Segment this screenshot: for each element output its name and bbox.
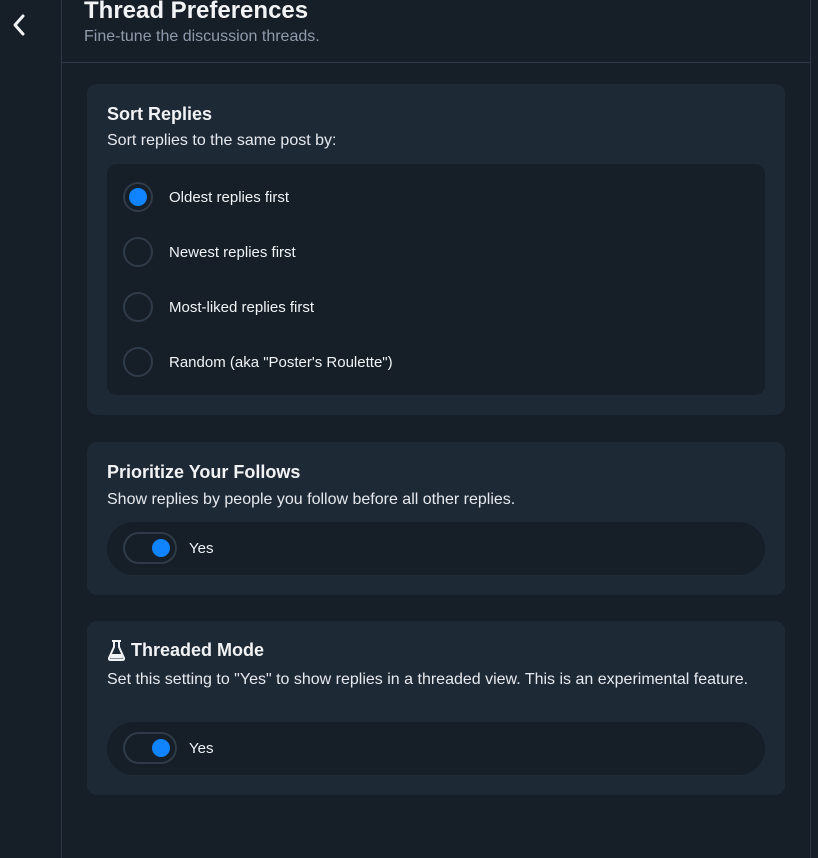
prioritize-follows-card: Prioritize Your Follows Show replies by … bbox=[87, 442, 785, 595]
radio-button[interactable] bbox=[123, 237, 153, 267]
prioritize-follows-title: Prioritize Your Follows bbox=[107, 462, 301, 482]
threaded-mode-card: Threaded Mode Set this setting to "Yes" … bbox=[87, 621, 785, 795]
toggle-switch[interactable] bbox=[123, 732, 177, 764]
page-title: Thread Preferences bbox=[84, 0, 309, 24]
radio-label: Oldest replies first bbox=[169, 188, 290, 206]
left-rail bbox=[0, 0, 62, 858]
radio-oldest-replies[interactable]: Oldest replies first bbox=[123, 179, 289, 215]
sort-replies-card: Sort Replies Sort replies to the same po… bbox=[87, 84, 785, 415]
prioritize-follows-toggle-container: Yes bbox=[107, 522, 765, 575]
radio-newest-replies[interactable]: Newest replies first bbox=[123, 234, 296, 270]
radio-label: Newest replies first bbox=[169, 243, 296, 261]
radio-button[interactable] bbox=[123, 347, 153, 377]
sort-replies-description: Sort replies to the same post by: bbox=[107, 132, 337, 149]
toggle-knob bbox=[152, 739, 170, 757]
radio-label: Random (aka "Poster's Roulette") bbox=[169, 353, 393, 371]
radio-button-selected[interactable] bbox=[123, 182, 153, 212]
toggle-switch[interactable] bbox=[123, 532, 177, 564]
main-panel: Thread Preferences Fine-tune the discuss… bbox=[62, 0, 811, 858]
prioritize-follows-description: Show replies by people you follow before… bbox=[107, 491, 516, 508]
toggle-knob bbox=[152, 539, 170, 557]
back-button[interactable] bbox=[6, 8, 32, 42]
sort-options-group: Oldest replies first Newest replies firs… bbox=[107, 164, 765, 395]
threaded-mode-toggle[interactable]: Yes bbox=[123, 732, 213, 764]
threaded-mode-title: Threaded Mode bbox=[131, 639, 265, 660]
threaded-mode-description: Set this setting to "Yes" to show replie… bbox=[107, 671, 749, 688]
threaded-mode-toggle-container: Yes bbox=[107, 722, 765, 775]
radio-random-replies[interactable]: Random (aka "Poster's Roulette") bbox=[123, 344, 393, 380]
toggle-label: Yes bbox=[189, 539, 214, 557]
prioritize-follows-toggle[interactable]: Yes bbox=[123, 532, 213, 564]
flask-icon bbox=[107, 639, 126, 661]
page-subtitle: Fine-tune the discussion threads. bbox=[84, 28, 320, 45]
toggle-label: Yes bbox=[189, 739, 214, 757]
threaded-mode-heading: Threaded Mode bbox=[107, 639, 264, 661]
page-header: Thread Preferences Fine-tune the discuss… bbox=[62, 0, 810, 63]
chevron-left-icon bbox=[13, 14, 25, 36]
radio-label: Most-liked replies first bbox=[169, 298, 315, 316]
radio-most-liked-replies[interactable]: Most-liked replies first bbox=[123, 289, 314, 325]
radio-button[interactable] bbox=[123, 292, 153, 322]
sort-replies-title: Sort Replies bbox=[107, 104, 213, 124]
